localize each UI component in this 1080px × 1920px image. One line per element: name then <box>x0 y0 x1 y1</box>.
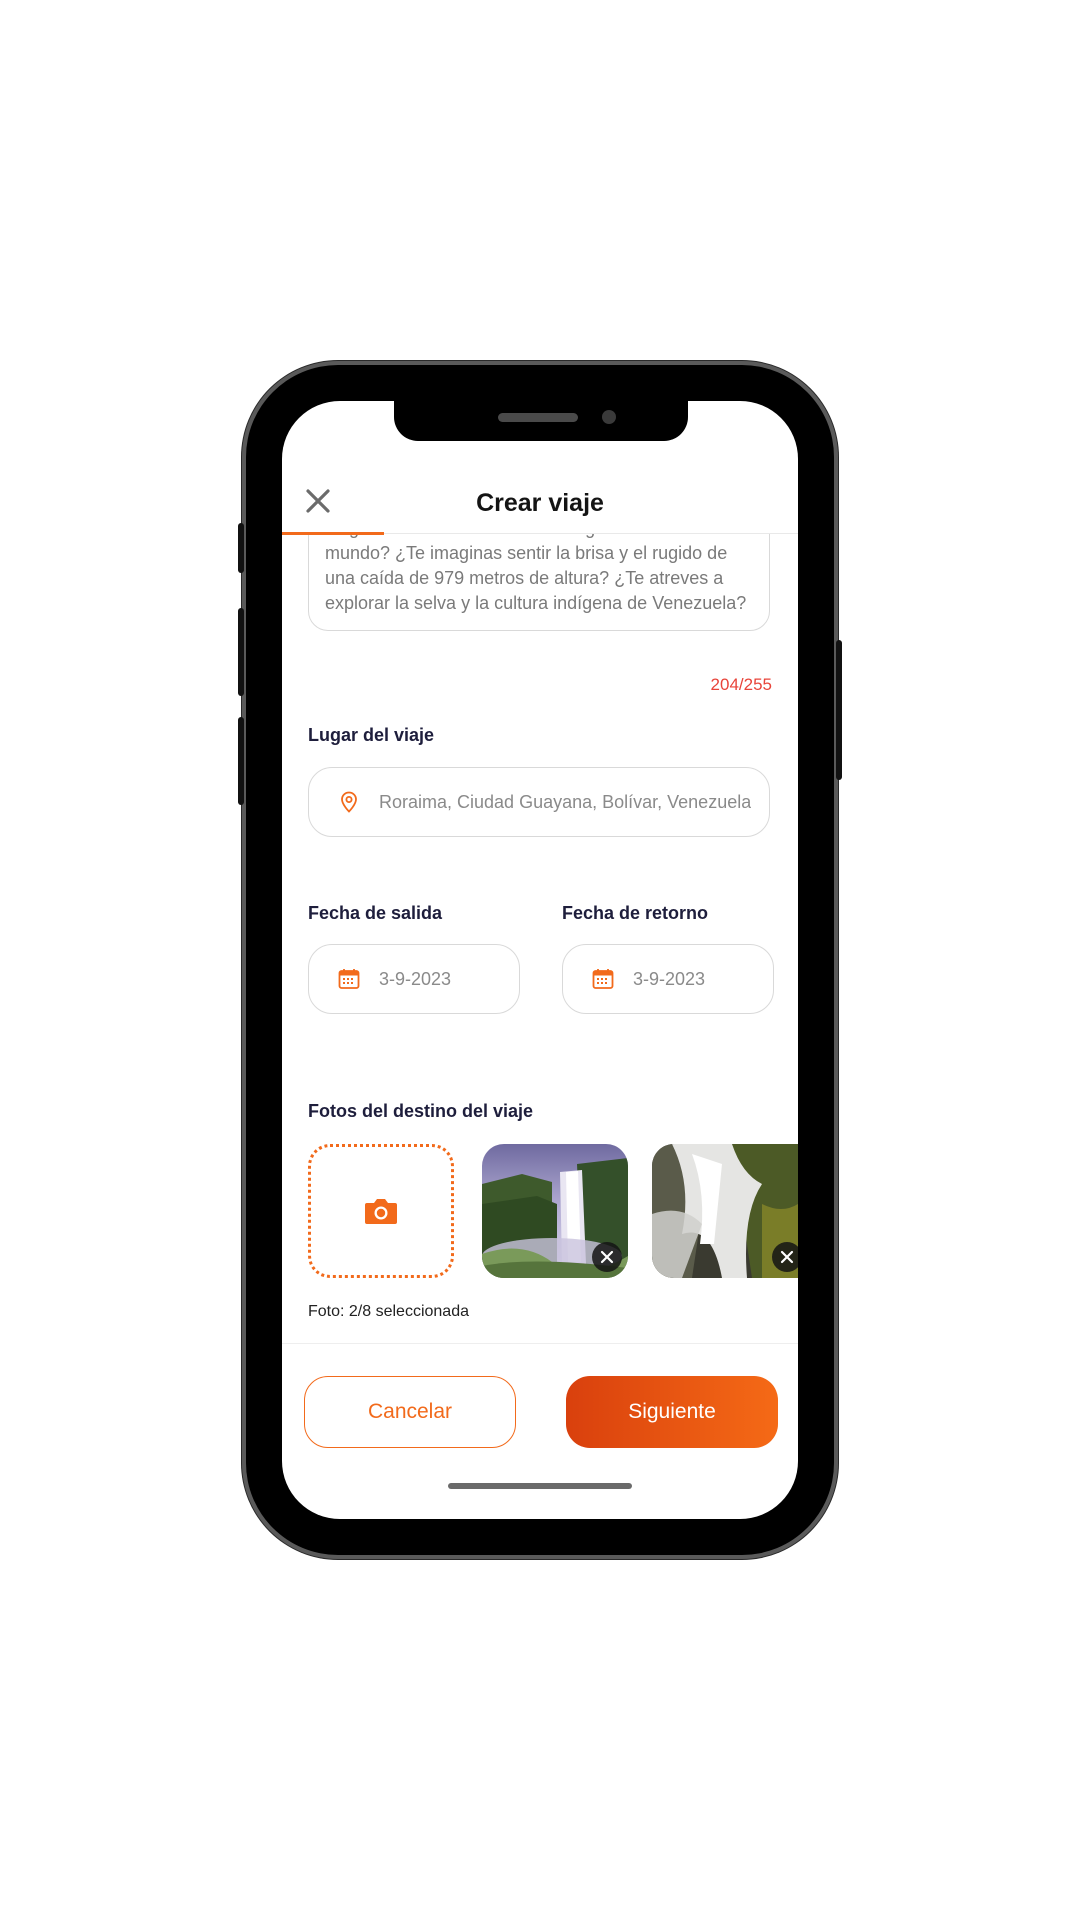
return-date-label: Fecha de retorno <box>562 903 709 923</box>
location-pin-icon <box>341 791 357 813</box>
location-value: Roraima, Ciudad Guayana, Bolívar, Venezu… <box>379 791 752 812</box>
front-camera <box>602 410 616 424</box>
mute-switch <box>238 523 244 573</box>
location-field[interactable]: Roraima, Ciudad Guayana, Bolívar, Venezu… <box>308 767 770 837</box>
photo-thumbnail-waterfall-1[interactable] <box>482 1144 628 1278</box>
volume-down-button <box>238 717 244 805</box>
phone-frame: Te gustaría conocer el salto de agua más… <box>238 365 842 1555</box>
remove-photo-button[interactable] <box>772 1242 798 1272</box>
calendar-icon <box>592 969 614 989</box>
return-date-field[interactable]: 3-9-2023 <box>562 944 774 1014</box>
departure-date-value: 3-9-2023 <box>379 968 452 989</box>
close-icon <box>780 1250 794 1264</box>
header-bar: Crear viaje <box>282 473 798 535</box>
cancel-button[interactable]: Cancelar <box>304 1376 516 1448</box>
notch <box>394 401 688 441</box>
photo-thumbnail-waterfall-2[interactable] <box>652 1144 798 1278</box>
progress-indicator <box>282 532 384 535</box>
screen: Te gustaría conocer el salto de agua más… <box>282 401 798 1519</box>
character-counter: 204/255 <box>710 675 772 694</box>
remove-photo-button[interactable] <box>592 1242 622 1272</box>
next-button[interactable]: Siguiente <box>566 1376 778 1448</box>
departure-date-field[interactable]: 3-9-2023 <box>308 944 520 1014</box>
power-button <box>836 640 842 780</box>
close-icon <box>600 1250 614 1264</box>
photos-label: Fotos del destino del viaje <box>308 1101 534 1121</box>
camera-icon <box>365 1199 397 1224</box>
home-indicator[interactable] <box>448 1483 632 1489</box>
footer-actions: Cancelar Siguiente <box>282 1343 798 1448</box>
photo-count-text: Foto: 2/8 seleccionada <box>308 1303 469 1320</box>
return-date-value: 3-9-2023 <box>633 968 706 989</box>
speaker <box>498 413 578 422</box>
calendar-icon <box>338 969 360 989</box>
location-label: Lugar del viaje <box>308 725 435 745</box>
page-title: Crear viaje <box>476 489 604 517</box>
departure-date-label: Fecha de salida <box>308 903 443 923</box>
volume-up-button <box>238 608 244 696</box>
add-photo-button[interactable] <box>308 1144 454 1278</box>
